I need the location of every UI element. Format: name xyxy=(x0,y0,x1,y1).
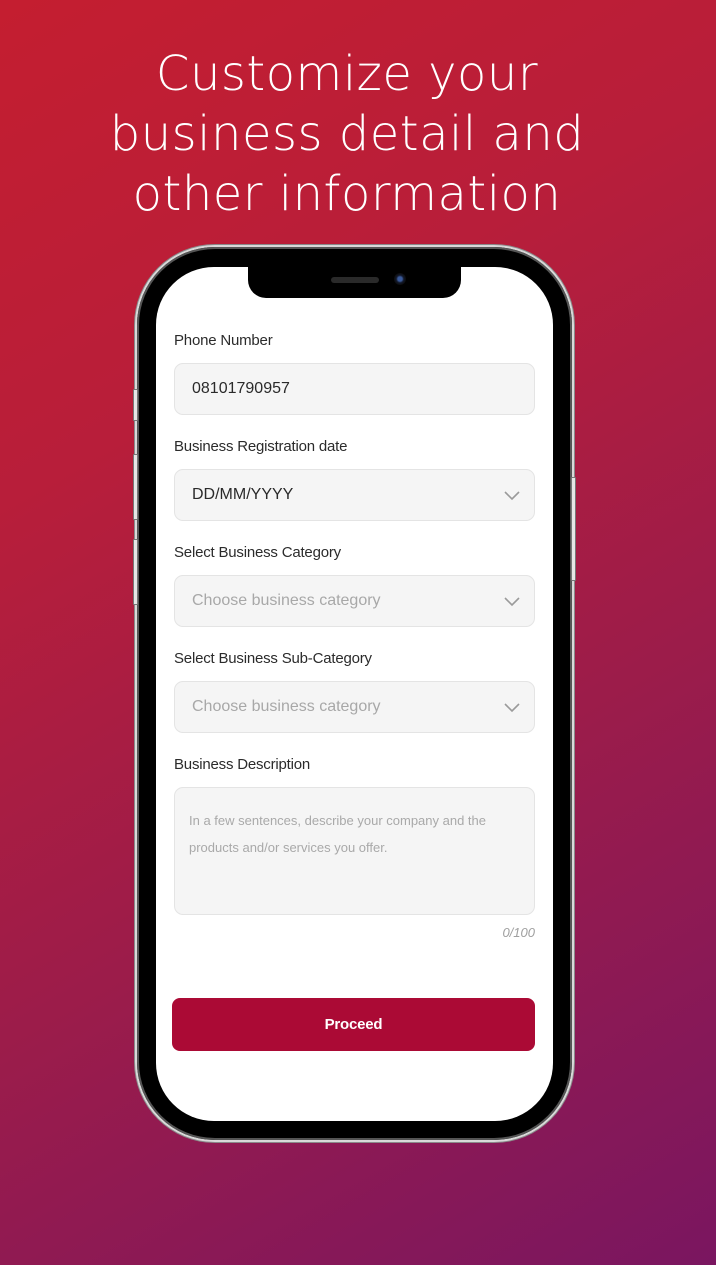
business-category-select[interactable]: Choose business category xyxy=(174,575,535,627)
chevron-down-icon xyxy=(504,703,520,713)
business-description-label: Business Description xyxy=(174,756,311,773)
headline-line-2: business detail and xyxy=(109,106,585,162)
character-counter: 0/100 xyxy=(502,925,535,940)
business-subcategory-placeholder: Choose business category xyxy=(192,698,381,715)
headline-line-3: other information xyxy=(132,166,562,222)
headline: Customize your business detail and other… xyxy=(0,44,694,224)
phone-number-label: Phone Number xyxy=(174,332,273,349)
headline-line-1: Customize your xyxy=(155,46,539,102)
phone-number-value: 08101790957 xyxy=(192,380,290,397)
proceed-button[interactable]: Proceed xyxy=(172,998,535,1051)
phone-mockup: Phone Number 08101790957 Business Regist… xyxy=(133,247,576,1140)
business-subcategory-label: Select Business Sub-Category xyxy=(174,650,372,667)
registration-date-value: DD/MM/YYYY xyxy=(192,486,294,503)
notch xyxy=(248,267,461,298)
chevron-down-icon xyxy=(504,491,520,501)
power-button xyxy=(571,477,576,581)
business-subcategory-select[interactable]: Choose business category xyxy=(174,681,535,733)
phone-screen: Phone Number 08101790957 Business Regist… xyxy=(156,267,553,1121)
business-category-label: Select Business Category xyxy=(174,544,341,561)
business-description-textarea[interactable]: In a few sentences, describe your compan… xyxy=(174,787,535,915)
registration-date-picker[interactable]: DD/MM/YYYY xyxy=(174,469,535,521)
front-camera-icon xyxy=(394,273,406,285)
phone-number-input[interactable]: 08101790957 xyxy=(174,363,535,415)
chevron-down-icon xyxy=(504,597,520,607)
volume-up-button xyxy=(133,454,138,520)
volume-down-button xyxy=(133,539,138,605)
registration-date-label: Business Registration date xyxy=(174,438,348,455)
business-category-placeholder: Choose business category xyxy=(192,592,381,609)
speaker-grille xyxy=(331,277,379,283)
mute-switch xyxy=(133,389,138,421)
business-description-placeholder: In a few sentences, describe your compan… xyxy=(189,813,487,855)
